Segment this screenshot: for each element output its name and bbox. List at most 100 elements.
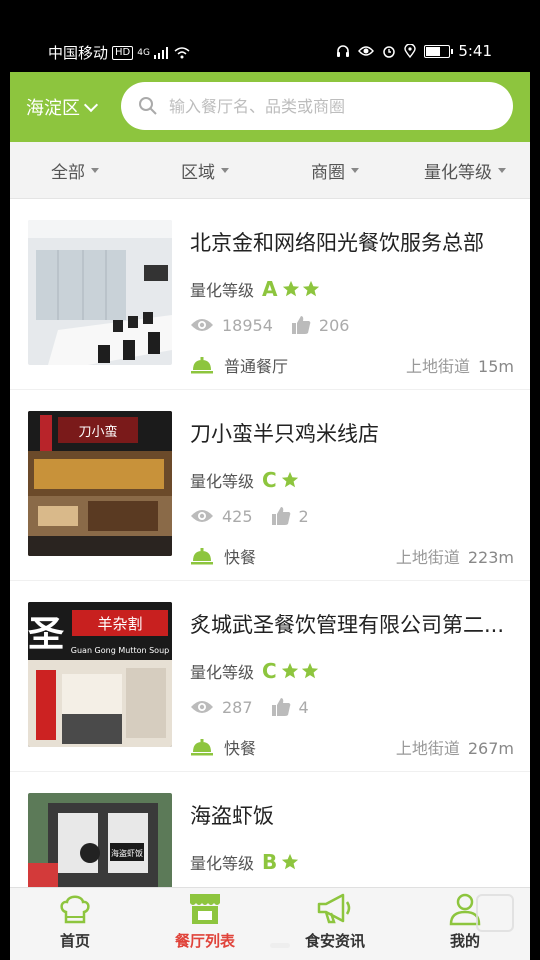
search-box[interactable] bbox=[121, 82, 513, 130]
district-selector[interactable]: 海淀区 bbox=[26, 94, 99, 120]
stats-row: 425 2 bbox=[190, 506, 309, 526]
restaurant-type: 普通餐厅 bbox=[224, 357, 289, 376]
filter-business-district[interactable]: 商圈 bbox=[270, 142, 400, 198]
view-count: 425 bbox=[222, 506, 253, 526]
storefront-image: 圣 羊杂割 Guan Gong Mutton Soup bbox=[28, 602, 172, 747]
filter-all[interactable]: 全部 bbox=[10, 142, 140, 198]
grade-label: 量化等级 bbox=[190, 472, 255, 491]
location-info: 上地街道 223m bbox=[396, 544, 514, 568]
network-label: 4G bbox=[137, 47, 150, 58]
grade-label: 量化等级 bbox=[190, 281, 255, 300]
storefront-image: 海盗虾饭 bbox=[28, 793, 172, 889]
type-row: 快餐 bbox=[190, 544, 256, 568]
alarm-icon bbox=[383, 46, 396, 58]
storefront-image: 刀小蛮 bbox=[28, 411, 172, 556]
filter-bar: 全部 区域 商圈 量化等级 bbox=[10, 142, 530, 199]
restaurant-name: 北京金和网络阳光餐饮服务总部 bbox=[190, 231, 484, 255]
dropdown-arrow-icon bbox=[351, 167, 359, 173]
district-label: 海淀区 bbox=[26, 98, 80, 119]
location-info: 上地街道 267m bbox=[396, 735, 514, 759]
distance-label: 15m bbox=[478, 357, 514, 376]
restaurant-type: 快餐 bbox=[224, 548, 257, 567]
tab-label: 我的 bbox=[449, 932, 480, 950]
headphones-icon bbox=[337, 45, 350, 57]
app-screen: 海淀区 全部 区域 商圈 量化等级 bbox=[10, 72, 530, 960]
grade-letter: C bbox=[262, 659, 277, 683]
chef-hat-icon bbox=[60, 895, 90, 924]
type-row: 快餐 bbox=[190, 735, 256, 759]
clock-label: 5:41 bbox=[458, 42, 492, 60]
location-icon bbox=[404, 44, 417, 58]
wifi-icon bbox=[174, 46, 190, 58]
grade-letter: C bbox=[262, 468, 277, 492]
status-bar: 中国移动 HD 4G 5:41 bbox=[0, 0, 540, 72]
hd-badge: HD bbox=[112, 45, 134, 60]
filter-label: 全部 bbox=[51, 162, 85, 183]
header-bar: 海淀区 bbox=[10, 72, 530, 142]
like-count: 2 bbox=[298, 506, 309, 526]
thumbs-up-icon bbox=[291, 316, 311, 334]
like-count: 4 bbox=[298, 697, 309, 717]
tab-label: 餐厅列表 bbox=[174, 932, 235, 950]
filter-label: 区域 bbox=[181, 162, 215, 183]
restaurant-photo: 圣 羊杂割 Guan Gong Mutton Soup bbox=[28, 602, 172, 747]
shop-sign-en-text: Guan Gong Mutton Soup bbox=[71, 646, 169, 655]
star-icon bbox=[281, 662, 298, 679]
grade-row: 量化等级 C bbox=[190, 468, 299, 492]
restaurant-card[interactable]: 圣 羊杂割 Guan Gong Mutton Soup 炙城武圣餐饮管理有限公司… bbox=[10, 581, 530, 771]
eye-icon bbox=[191, 319, 213, 331]
street-label: 上地街道 bbox=[395, 548, 460, 567]
location-info: 上地街道 15m bbox=[406, 353, 514, 377]
tab-restaurant-list[interactable]: 餐厅列表 bbox=[140, 888, 270, 960]
bottom-tab-bar: 首页 餐厅列表 食安资讯 我的 bbox=[10, 887, 530, 960]
filter-label: 量化等级 bbox=[424, 162, 492, 183]
chevron-down-icon bbox=[83, 97, 99, 113]
distance-label: 223m bbox=[467, 548, 514, 567]
restaurant-photo: 刀小蛮 bbox=[28, 411, 172, 556]
battery-icon bbox=[424, 44, 454, 58]
street-label: 上地街道 bbox=[395, 739, 460, 758]
cloche-icon bbox=[191, 357, 213, 374]
stats-row: 18954 206 bbox=[190, 315, 349, 335]
cloche-icon bbox=[191, 739, 213, 756]
grade-letter: B bbox=[262, 850, 278, 874]
restaurant-photo: 海盗虾饭 bbox=[28, 793, 172, 889]
signal-icon bbox=[153, 46, 168, 59]
meeting-room-image bbox=[28, 220, 172, 365]
floating-window-icon[interactable] bbox=[476, 894, 514, 932]
restaurant-card[interactable]: 海盗虾饭 海盗虾饭 量化等级 B 1007 3 bbox=[10, 772, 530, 889]
shop-sign-text: 海盗虾饭 bbox=[111, 848, 143, 858]
tab-label: 食安资讯 bbox=[304, 932, 365, 950]
restaurant-photo bbox=[28, 220, 172, 365]
view-count: 18954 bbox=[222, 315, 273, 335]
street-label: 上地街道 bbox=[406, 357, 471, 376]
tab-label: 首页 bbox=[59, 932, 90, 950]
shop-sign-big-text: 圣 bbox=[28, 614, 64, 655]
view-count: 287 bbox=[222, 697, 253, 717]
restaurant-list[interactable]: 北京金和网络阳光餐饮服务总部 量化等级 A 18954 206 普通餐厅 上地街… bbox=[10, 199, 530, 889]
filter-grade[interactable]: 量化等级 bbox=[400, 142, 530, 198]
stats-row: 287 4 bbox=[190, 697, 309, 717]
shop-sign-text: 刀小蛮 bbox=[78, 424, 117, 440]
grade-row: 量化等级 B bbox=[190, 850, 299, 874]
star-icon bbox=[282, 853, 299, 870]
type-row: 普通餐厅 bbox=[190, 353, 288, 377]
carrier-label: 中国移动 bbox=[48, 44, 109, 62]
tab-food-safety-news[interactable]: 食安资讯 bbox=[270, 888, 400, 960]
tab-home[interactable]: 首页 bbox=[10, 888, 140, 960]
shop-sign-cn-text: 羊杂割 bbox=[97, 615, 142, 633]
megaphone-icon bbox=[317, 893, 351, 924]
eye-icon bbox=[358, 46, 375, 56]
restaurant-card[interactable]: 北京金和网络阳光餐饮服务总部 量化等级 A 18954 206 普通餐厅 上地街… bbox=[10, 199, 530, 389]
search-input[interactable] bbox=[167, 95, 491, 117]
star-icon bbox=[302, 280, 319, 297]
cloche-icon bbox=[191, 548, 213, 565]
thumbs-up-icon bbox=[271, 507, 290, 525]
restaurant-card[interactable]: 刀小蛮 刀小蛮半只鸡米线店 量化等级 C 425 2 快餐 上地街道 223m bbox=[10, 390, 530, 580]
filter-area[interactable]: 区域 bbox=[140, 142, 270, 198]
thumbs-up-icon bbox=[271, 698, 290, 716]
dropdown-arrow-icon bbox=[91, 167, 99, 173]
restaurant-name: 海盗虾饭 bbox=[190, 804, 274, 828]
status-left: 中国移动 HD 4G bbox=[48, 42, 190, 63]
eye-icon bbox=[191, 510, 213, 522]
